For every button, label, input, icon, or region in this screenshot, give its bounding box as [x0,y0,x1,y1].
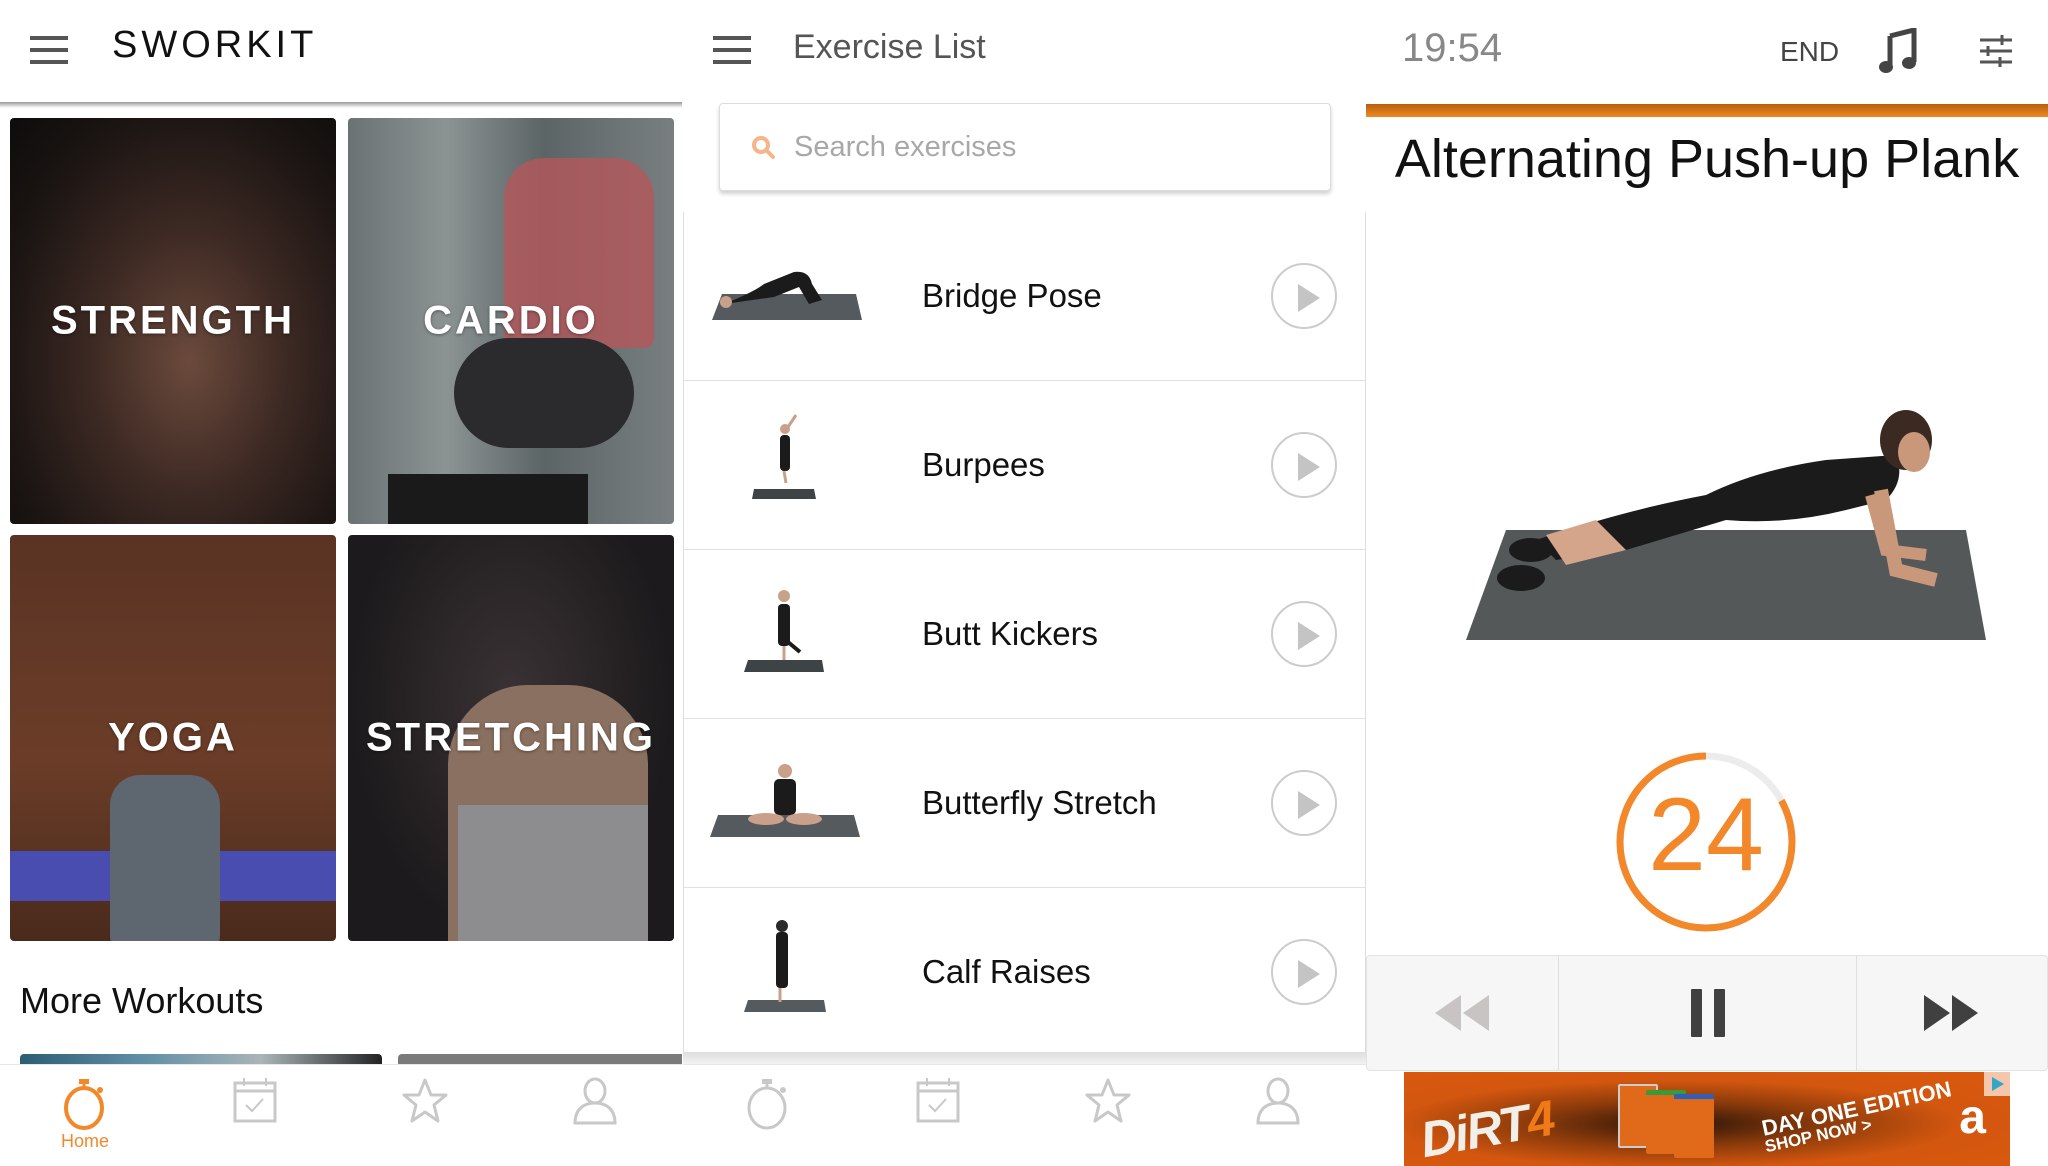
tab-favorites[interactable] [1023,1065,1193,1166]
tile-label: STRENGTH [51,298,295,343]
search-input[interactable] [794,122,1294,172]
more-workouts-heading: More Workouts [20,980,264,1021]
menu-icon[interactable] [30,36,70,64]
next-button[interactable] [1857,956,2047,1070]
adchoices-icon[interactable] [1984,1072,2010,1096]
tab-profile[interactable] [1193,1065,1363,1166]
exercise-row[interactable]: Bridge Pose [683,212,1366,380]
tile-label: YOGA [108,715,238,760]
exercise-name: Butterfly Stretch [922,784,1157,821]
exercise-row[interactable]: Calf Raises [683,888,1366,1056]
countdown-ring: 24 [1606,742,1806,942]
app-logo: SWORKIT [112,24,318,66]
tab-favorites[interactable] [340,1065,510,1166]
ad-product-boxes [1618,1080,1718,1160]
tab-profile[interactable] [510,1065,680,1166]
exercise-list-screen: Exercise List Bridge Pose Burpees Butt K… [683,0,1366,1166]
exercise-row[interactable]: Butterfly Stretch [683,719,1366,887]
star-icon [1085,1078,1131,1123]
bottom-tab-bar: Home [0,1064,682,1166]
search-icon [752,136,775,159]
star-icon [402,1078,448,1123]
tile-photo-figure [458,805,648,941]
ad-game-logo: DiRT4 [1416,1089,1558,1166]
exercise-thumbnail [712,271,862,320]
play-icon[interactable] [1271,601,1337,667]
tile-label: CARDIO [423,298,599,343]
exercise-thumbnail [744,590,824,672]
tab-label: Home [60,1131,109,1151]
exercise-row[interactable]: Butt Kickers [683,550,1366,718]
previous-button[interactable] [1367,956,1559,1070]
exercise-name: Burpees [922,446,1045,483]
tab-home[interactable]: Home [0,1065,170,1166]
tab-schedule[interactable] [170,1065,340,1166]
pause-button[interactable] [1559,956,1857,1070]
exercise-title: Alternating Push-up Plank [1394,129,2020,189]
exercise-list: Bridge Pose Burpees Butt Kickers Butterf… [683,212,1366,1057]
tile-photo-box [388,474,588,524]
calendar-check-icon [233,1078,277,1123]
app-bar-shadow [0,102,682,108]
tile-photo-figure [110,775,220,941]
exercise-row[interactable]: Burpees [683,381,1366,549]
category-tile-strength[interactable]: STRENGTH [10,118,336,524]
calendar-check-icon [916,1078,960,1123]
exercise-name: Butt Kickers [922,615,1099,652]
end-workout-button[interactable]: END [1780,36,1839,68]
category-tile-cardio[interactable]: CARDIO [348,118,674,524]
settings-sliders-icon[interactable] [1978,34,2014,68]
workout-progress-fill [1366,104,2048,117]
amazon-logo-icon: a [1959,1091,1986,1144]
category-tile-yoga[interactable]: YOGA [10,535,336,941]
menu-icon[interactable] [713,36,753,64]
play-icon[interactable] [1271,939,1337,1005]
home-app-bar: SWORKIT [0,0,682,104]
tab-schedule[interactable] [853,1065,1023,1166]
exercise-thumbnail [710,764,860,837]
tile-label: STRETCHING [366,715,656,760]
user-icon [573,1077,617,1125]
ad-product-box [1674,1094,1714,1158]
exercise-thumbnail [744,920,826,1012]
page-title: Exercise List [793,28,986,66]
category-tile-stretching[interactable]: STRETCHING [348,535,674,941]
exercise-name: Bridge Pose [922,277,1102,314]
play-icon[interactable] [1271,770,1337,836]
stopwatch-icon [64,1079,104,1130]
fast-forward-icon [1924,995,1978,1031]
user-icon [1256,1077,1300,1125]
tab-home[interactable] [683,1065,853,1166]
tile-photo-figure [454,338,634,448]
exercise-list-app-bar: Exercise List [683,0,1366,104]
pause-icon [1690,989,1725,1037]
search-box [719,103,1331,191]
playback-controls [1366,955,2048,1071]
ad-banner[interactable]: DiRT4 DAY ONE EDITION SHOP NOW > a [1404,1072,2010,1166]
time-remaining: 19:54 [1402,26,1503,70]
stopwatch-icon [747,1079,787,1130]
play-icon[interactable] [1271,263,1337,329]
rewind-icon [1434,995,1489,1031]
home-screen: SWORKIT STRENGTH CARDIO YOGA STRETCHING … [0,0,682,1166]
countdown-value: 24 [1648,777,1764,893]
exercise-name: Calf Raises [922,953,1091,990]
play-icon[interactable] [1271,432,1337,498]
music-icon[interactable] [1878,28,1918,74]
workout-player-screen: 19:54 END Alternating Push-up Plank 24 D… [1366,0,2048,1166]
exercise-illustration [1466,410,1986,640]
workout-progress-bar [1366,104,2048,117]
bottom-tab-bar [683,1064,1366,1166]
exercise-thumbnail [752,414,816,499]
ad-brand: DiRT [1416,1094,1532,1166]
